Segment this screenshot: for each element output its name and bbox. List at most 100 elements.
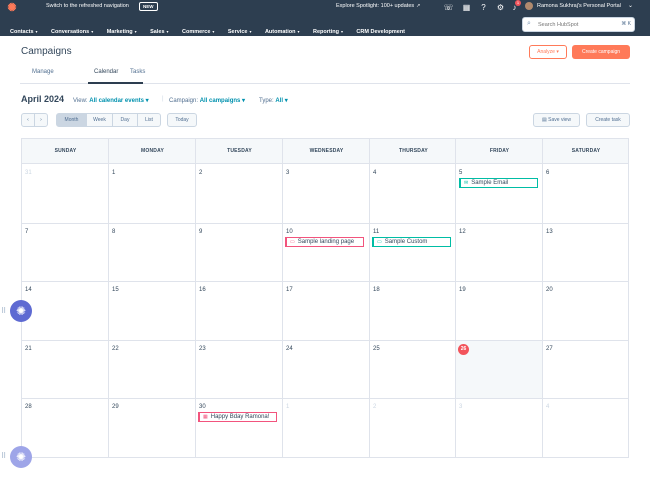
drag-handle-icon[interactable]: ⠿	[1, 307, 6, 315]
calendar-event-sample-landing-page[interactable]: ▭ Sample landing page	[285, 237, 364, 247]
filter-value: All	[275, 98, 284, 104]
tab-manage[interactable]: Manage	[32, 69, 54, 75]
day-number[interactable]: 17	[286, 287, 293, 293]
filter-label: View:	[73, 98, 88, 104]
day-number[interactable]: 23	[199, 346, 206, 352]
day-number[interactable]: 3	[286, 170, 289, 176]
email-icon: ✉	[464, 180, 469, 186]
day-number[interactable]: 9	[199, 229, 202, 235]
campaign-filter[interactable]: Campaign: All campaigns ▾	[169, 97, 245, 104]
help-icon[interactable]: ?	[478, 2, 489, 13]
day-number[interactable]: 15	[112, 287, 119, 293]
dayname-thursday: THURSDAY	[399, 148, 428, 154]
day-number[interactable]: 6	[546, 170, 549, 176]
calendar-event-sample-custom[interactable]: ▭ Sample Custom	[372, 237, 451, 247]
day-number[interactable]: 18	[373, 287, 380, 293]
day-number[interactable]: 10	[286, 229, 293, 235]
nav-label: Sales	[150, 29, 165, 35]
month-view-button[interactable]: Month	[56, 113, 87, 127]
day-number[interactable]: 11	[373, 229, 379, 235]
day-number[interactable]: 2	[199, 170, 202, 176]
day-number[interactable]: 24	[286, 346, 293, 352]
nav-crm-development[interactable]: CRM Development	[356, 29, 405, 35]
tab-tasks[interactable]: Tasks	[130, 69, 145, 75]
filter-value: All calendar events	[89, 98, 144, 104]
search-input[interactable]	[538, 20, 608, 29]
day-number[interactable]: 2	[373, 404, 376, 410]
nav-reporting[interactable]: Reporting ▾	[313, 29, 343, 35]
create-campaign-button[interactable]: Create campaign	[572, 45, 630, 59]
nav-marketing[interactable]: Marketing ▾	[107, 29, 137, 35]
list-view-button[interactable]: List	[137, 113, 161, 127]
marketplace-icon[interactable]: ▦	[461, 2, 472, 13]
day-number[interactable]: 7	[25, 229, 28, 235]
view-filter[interactable]: View: All calendar events ▾	[73, 97, 149, 104]
day-number[interactable]: 4	[546, 404, 549, 410]
day-number[interactable]: 29	[112, 404, 119, 410]
analyze-label: Analyze	[537, 49, 555, 55]
day-number[interactable]: 1	[286, 404, 289, 410]
spotlight-label: Explore Spotlight: 100+ updates	[336, 3, 415, 9]
week-view-button[interactable]: Week	[86, 113, 113, 127]
filter-label: Type:	[259, 98, 274, 104]
today-button[interactable]: Today	[167, 113, 197, 127]
day-number[interactable]: 19	[459, 287, 466, 293]
gear-icon: ✺	[15, 450, 27, 464]
next-month-button[interactable]: ›	[34, 113, 48, 127]
portal-name[interactable]: Ramona Sukhraj's Personal Portal	[537, 3, 621, 9]
previous-month-button[interactable]: ‹	[21, 113, 35, 127]
floating-assistant-button[interactable]: ✺	[10, 300, 32, 322]
day-number[interactable]: 30	[199, 404, 206, 410]
day-number[interactable]: 20	[546, 287, 553, 293]
day-number[interactable]: 16	[199, 287, 206, 293]
calendar-event-happy-bday[interactable]: ▦ Happy Bday Ramona!	[198, 412, 277, 422]
page-title: Campaigns	[21, 46, 72, 57]
switch-navigation-link[interactable]: Switch to the refreshed navigation	[46, 3, 129, 9]
day-number[interactable]: 31	[25, 170, 32, 176]
day-number[interactable]: 22	[112, 346, 119, 352]
drag-handle-icon[interactable]: ⠿	[1, 452, 6, 460]
grid-line	[195, 139, 196, 457]
day-number[interactable]: 28	[25, 404, 32, 410]
event-label: Happy Bday Ramona!	[210, 414, 270, 420]
calendar-event-sample-email[interactable]: ✉ Sample Email	[459, 178, 538, 188]
save-view-button[interactable]: ▤ Save view	[533, 113, 580, 127]
create-task-button[interactable]: Create task	[586, 113, 630, 127]
new-badge: NEW	[139, 2, 158, 11]
tab-calendar[interactable]: Calendar	[94, 69, 118, 75]
day-number[interactable]: 3	[459, 404, 462, 410]
day-number[interactable]: 12	[459, 229, 466, 235]
nav-service[interactable]: Service ▾	[228, 29, 252, 35]
nav-conversations[interactable]: Conversations ▾	[51, 29, 93, 35]
settings-icon[interactable]: ⚙	[495, 2, 506, 13]
month-title: April 2024	[21, 94, 65, 104]
day-number[interactable]: 14	[25, 287, 32, 293]
day-number[interactable]: 13	[546, 229, 553, 235]
floating-assistant-button[interactable]: ✺	[10, 446, 32, 468]
phone-icon[interactable]: ☏	[443, 2, 454, 13]
nav-automation[interactable]: Automation ▾	[265, 29, 300, 35]
search-icon: ⌕	[527, 20, 531, 27]
day-view-button[interactable]: Day	[112, 113, 138, 127]
nav-label: Marketing	[106, 29, 133, 35]
analyze-button[interactable]: Analyze ▾	[529, 45, 567, 59]
day-number[interactable]: 5	[459, 170, 462, 176]
search-box[interactable]: ⌕ ⌘ K	[522, 17, 635, 32]
nav-commerce[interactable]: Commerce ▾	[182, 29, 214, 35]
day-number[interactable]: 1	[112, 170, 115, 176]
chevron-down-icon[interactable]: ⌄	[628, 2, 633, 9]
search-shortcut: ⌘ K	[621, 21, 631, 27]
today-day-number[interactable]: 26	[458, 344, 469, 355]
type-filter[interactable]: Type: All ▾	[259, 97, 288, 104]
day-number[interactable]: 21	[25, 346, 32, 352]
day-number[interactable]: 8	[112, 229, 115, 235]
avatar[interactable]	[525, 2, 533, 10]
day-number[interactable]: 25	[373, 346, 380, 352]
chevron-down-icon: ▾	[145, 98, 149, 104]
nav-contacts[interactable]: Contacts ▾	[10, 29, 38, 35]
hubspot-logo-icon[interactable]: ✺	[6, 2, 18, 14]
day-number[interactable]: 27	[546, 346, 553, 352]
day-number[interactable]: 4	[373, 170, 376, 176]
nav-sales[interactable]: Sales ▾	[150, 29, 168, 35]
spotlight-link[interactable]: Explore Spotlight: 100+ updates ↗	[336, 3, 420, 9]
